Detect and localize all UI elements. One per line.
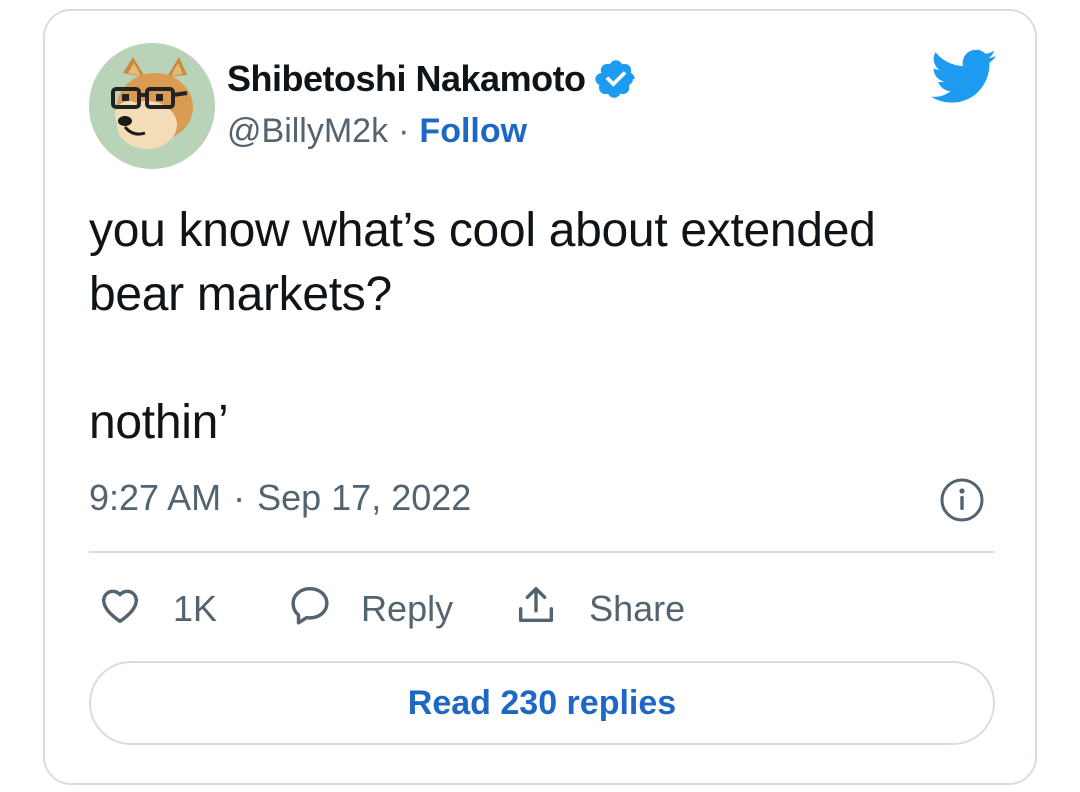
heart-icon xyxy=(97,582,143,637)
doge-avatar-icon xyxy=(89,43,215,169)
like-button[interactable]: 1K xyxy=(97,582,217,637)
twitter-bird-icon[interactable] xyxy=(931,47,997,107)
avatar[interactable] xyxy=(89,43,215,169)
tweet-date: Sep 17, 2022 xyxy=(257,477,472,518)
tweet-actions: 1K Reply Share xyxy=(97,581,685,637)
reply-bubble-icon xyxy=(287,582,333,637)
verified-badge-icon xyxy=(594,57,638,101)
divider xyxy=(89,551,995,553)
share-button[interactable]: Share xyxy=(513,582,685,637)
author-name[interactable]: Shibetoshi Nakamoto xyxy=(227,58,586,100)
timestamp-separator: · xyxy=(233,477,246,518)
info-icon[interactable] xyxy=(939,477,985,523)
reply-label: Reply xyxy=(361,588,454,629)
like-count: 1K xyxy=(173,588,218,629)
share-label: Share xyxy=(589,588,686,629)
share-upload-icon xyxy=(513,582,559,637)
tweet-timestamp[interactable]: 9:27 AM · Sep 17, 2022 xyxy=(89,477,471,519)
tweet-card: Shibetoshi Nakamoto @BillyM2k · Follow y… xyxy=(43,9,1037,785)
tweet-time: 9:27 AM xyxy=(89,477,222,518)
author-handle[interactable]: @BillyM2k xyxy=(227,112,388,151)
follow-button[interactable]: Follow xyxy=(419,112,527,151)
handle-separator: · xyxy=(398,111,410,150)
tweet-text: you know what’s cool about extended bear… xyxy=(89,204,876,449)
reply-button[interactable]: Reply xyxy=(287,582,453,637)
read-replies-button[interactable]: Read 230 replies xyxy=(89,661,995,745)
